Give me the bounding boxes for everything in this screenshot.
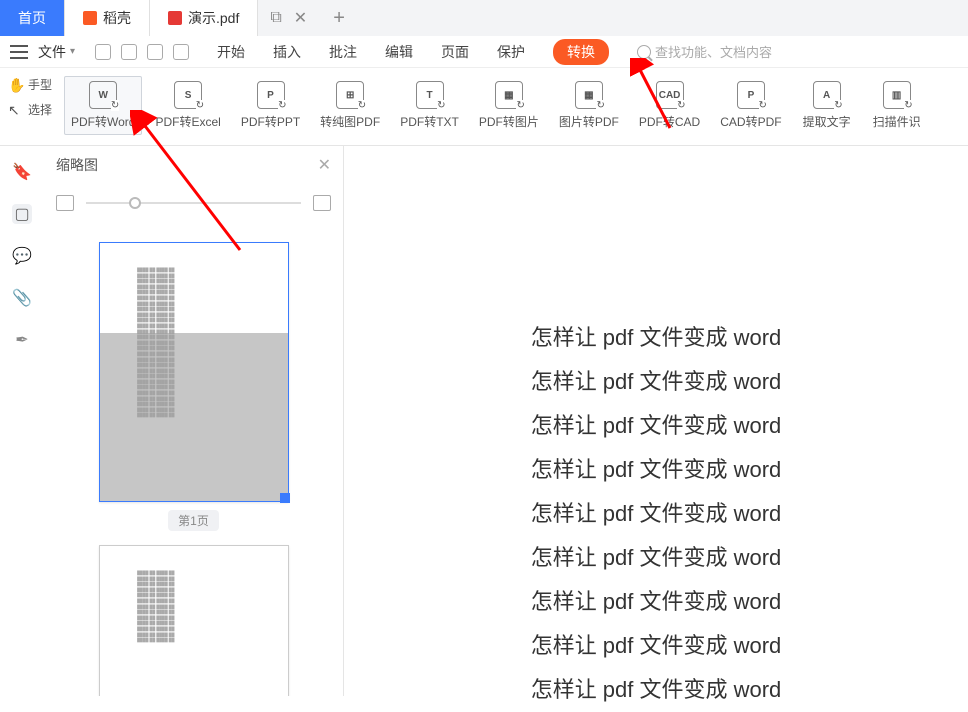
file-menu[interactable]: 文件 xyxy=(38,42,75,62)
txt-icon: T xyxy=(416,81,444,109)
hand-tool[interactable]: 手型 xyxy=(2,74,58,95)
tab-home-label: 首页 xyxy=(18,8,46,28)
thumbnail-icon[interactable]: ▢ xyxy=(12,204,32,224)
menu-page[interactable]: 页面 xyxy=(441,42,469,62)
cad-icon: CAD xyxy=(656,81,684,109)
thumb-tool-left-icon[interactable] xyxy=(56,195,74,211)
thumbnail-panel: 缩略图 ✕ ████ ██ ████ ██████ ██ ████ ██████… xyxy=(44,146,344,696)
pdf-to-excel-button[interactable]: S PDF转Excel xyxy=(148,76,227,135)
thumbnail-zoom-slider[interactable] xyxy=(86,202,301,204)
qat-undo-icon[interactable] xyxy=(147,44,163,60)
thumbnail-list: ████ ██ ████ ██████ ██ ████ ██████ ██ ██… xyxy=(44,222,343,696)
tab-bar: 首页 稻壳 演示.pdf ⧉ ✕ + xyxy=(0,0,968,36)
tab-docer[interactable]: 稻壳 xyxy=(65,0,150,36)
select-tool[interactable]: 选择 xyxy=(2,99,58,120)
search-placeholder: 查找功能、文档内容 xyxy=(655,42,772,61)
menu-insert[interactable]: 插入 xyxy=(273,42,301,62)
signature-icon[interactable]: ✒ xyxy=(12,330,32,350)
thumbnail-page-1[interactable]: ████ ██ ████ ██████ ██ ████ ██████ ██ ██… xyxy=(99,242,289,502)
qat-redo-icon[interactable] xyxy=(173,44,189,60)
tab-document[interactable]: 演示.pdf xyxy=(150,0,258,36)
pdf-file-icon xyxy=(168,11,182,25)
thumbnail-page-2-wrap: ████ ██ ████ ██████ ██ ████ ██████ ██ ██… xyxy=(99,545,289,696)
hand-icon xyxy=(8,77,24,93)
scan-icon: ▥ xyxy=(883,81,911,109)
hamburger-icon[interactable] xyxy=(10,45,28,59)
thumb-viewport-overlay xyxy=(100,333,288,501)
doc-line: 怎样让 pdf 文件变成 word xyxy=(531,316,782,360)
close-panel-icon[interactable]: ✕ xyxy=(318,155,331,175)
thumbnail-page-1-wrap: ████ ██ ████ ██████ ██ ████ ██████ ██ ██… xyxy=(99,242,289,531)
pdf-to-ppt-button[interactable]: P PDF转PPT xyxy=(234,76,307,135)
doc-line: 怎样让 pdf 文件变成 word xyxy=(531,624,782,668)
menu-annotate[interactable]: 批注 xyxy=(329,42,357,62)
body-area: 🔖 ▢ 💬 📎 ✒ 缩略图 ✕ ████ ██ ████ ██████ ██ █… xyxy=(0,146,968,696)
bookmark-icon[interactable]: 🔖 xyxy=(12,162,32,182)
menu-convert-active[interactable]: 转换 xyxy=(553,39,609,65)
menu-bar: 文件 开始 插入 批注 编辑 页面 保护 转换 查找功能、文档内容 xyxy=(0,36,968,68)
tab-docer-label: 稻壳 xyxy=(103,8,131,28)
ribbon-tabs: 开始 插入 批注 编辑 页面 保护 转换 xyxy=(217,39,609,65)
doc-line: 怎样让 pdf 文件变成 word xyxy=(531,536,782,580)
thumbnail-header: 缩略图 ✕ xyxy=(44,146,343,184)
menu-protect[interactable]: 保护 xyxy=(497,42,525,62)
close-tab-icon[interactable]: ✕ xyxy=(294,8,307,28)
new-tab-button[interactable]: + xyxy=(319,0,359,36)
ribbon-row: 手型 选择 W PDF转Word S PDF转Excel P PDF转PPT ⊞… xyxy=(0,68,968,146)
docer-icon xyxy=(83,11,97,25)
attachment-icon[interactable]: 📎 xyxy=(12,288,32,308)
image-to-pdf-button[interactable]: ▦ 图片转PDF xyxy=(552,76,626,135)
image-icon: ▦ xyxy=(495,81,523,109)
img2pdf-icon: ▦ xyxy=(575,81,603,109)
doc-line: 怎样让 pdf 文件变成 word xyxy=(531,668,782,712)
menu-start[interactable]: 开始 xyxy=(217,42,245,62)
doc-line: 怎样让 pdf 文件变成 word xyxy=(531,404,782,448)
cad2pdf-icon: P xyxy=(737,81,765,109)
thumb-tool-right-icon[interactable] xyxy=(313,195,331,211)
word-icon: W xyxy=(89,81,117,109)
extract-icon: A xyxy=(813,81,841,109)
pdf-to-txt-button[interactable]: T PDF转TXT xyxy=(393,76,466,135)
qat-save-icon[interactable] xyxy=(95,44,111,60)
ppt-icon: P xyxy=(257,81,285,109)
slider-knob[interactable] xyxy=(129,197,141,209)
menu-edit[interactable]: 编辑 xyxy=(385,42,413,62)
tool-mode-group: 手型 选择 xyxy=(0,68,60,146)
detach-icon[interactable]: ⧉ xyxy=(270,9,281,27)
thumbnail-toolbar xyxy=(44,184,343,222)
tab-window-controls: ⧉ ✕ xyxy=(258,0,319,36)
tab-document-label: 演示.pdf xyxy=(188,8,239,28)
comment-icon[interactable]: 💬 xyxy=(12,246,32,266)
page-1-label: 第1页 xyxy=(168,510,219,531)
excel-icon: S xyxy=(174,81,202,109)
ribbon-buttons: W PDF转Word S PDF转Excel P PDF转PPT ⊞ 转纯图PD… xyxy=(60,68,968,146)
extract-text-button[interactable]: A 提取文字 xyxy=(795,76,859,135)
doc-line: 怎样让 pdf 文件变成 word xyxy=(531,360,782,404)
pdf-to-word-button[interactable]: W PDF转Word xyxy=(64,76,142,135)
quick-access-toolbar xyxy=(95,44,189,60)
tab-home[interactable]: 首页 xyxy=(0,0,65,36)
pdf-to-cad-button[interactable]: CAD PDF转CAD xyxy=(632,76,707,135)
qat-print-icon[interactable] xyxy=(121,44,137,60)
pdf-to-image-button[interactable]: ▦ PDF转图片 xyxy=(472,76,546,135)
doc-line: 怎样让 pdf 文件变成 word xyxy=(531,492,782,536)
cursor-icon xyxy=(8,102,24,118)
to-image-pdf-button[interactable]: ⊞ 转纯图PDF xyxy=(313,76,387,135)
document-view[interactable]: 怎样让 pdf 文件变成 word 怎样让 pdf 文件变成 word 怎样让 … xyxy=(344,146,968,696)
thumbnail-title: 缩略图 xyxy=(56,155,98,175)
menu-left-group: 文件 xyxy=(10,42,189,62)
search-box[interactable]: 查找功能、文档内容 xyxy=(637,42,772,61)
thumb-text-preview-2: ████ ██ ████ ██████ ██ ████ ██████ ██ ██… xyxy=(137,570,250,643)
left-sidebar: 🔖 ▢ 💬 📎 ✒ xyxy=(0,146,44,696)
imagepdf-icon: ⊞ xyxy=(336,81,364,109)
search-icon xyxy=(637,45,651,59)
doc-line: 怎样让 pdf 文件变成 word xyxy=(531,448,782,492)
scan-ocr-button[interactable]: ▥ 扫描件识 xyxy=(865,76,929,135)
doc-line: 怎样让 pdf 文件变成 word xyxy=(531,580,782,624)
cad-to-pdf-button[interactable]: P CAD转PDF xyxy=(713,76,788,135)
thumbnail-page-2[interactable]: ████ ██ ████ ██████ ██ ████ ██████ ██ ██… xyxy=(99,545,289,696)
